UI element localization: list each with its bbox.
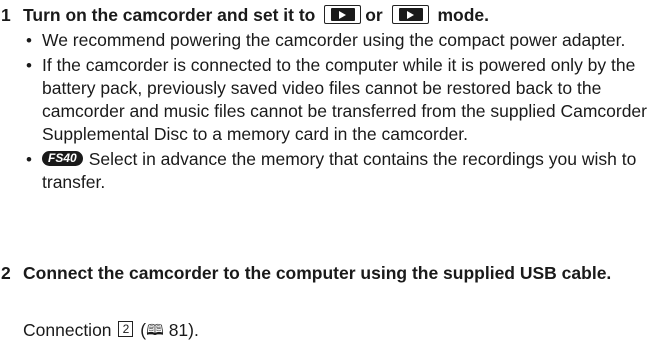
model-badge: FS40 — [42, 150, 83, 166]
step-title-or: or — [365, 5, 383, 25]
connection-label: Connection — [23, 320, 112, 340]
book-reference-icon: 🕮 — [146, 321, 164, 339]
reference-page: 81 — [168, 320, 189, 340]
connection-reference: Connection 2 (🕮 81). — [23, 320, 199, 340]
step-title-mode: mode. — [437, 5, 490, 25]
step-number: 2 — [1, 263, 11, 283]
connection-number: 2 — [118, 321, 134, 338]
bullet-power-adapter: We recommend powering the camcorder usin… — [23, 29, 663, 52]
step-1-bullets: We recommend powering the camcorder usin… — [23, 29, 663, 196]
step-title: Turn on the camcorder and set it to or m… — [23, 4, 663, 27]
step-title: Connect the camcorder to the computer us… — [23, 263, 612, 283]
photo-playback-icon — [391, 4, 429, 24]
step-number: 1 — [1, 5, 11, 25]
movie-playback-icon — [324, 4, 362, 24]
bullet-battery-warning: If the camcorder is connected to the com… — [23, 54, 663, 146]
step-title-text: Turn on the camcorder and set it to — [23, 5, 316, 25]
bullet-select-memory: FS40Select in advance the memory that co… — [23, 148, 663, 194]
